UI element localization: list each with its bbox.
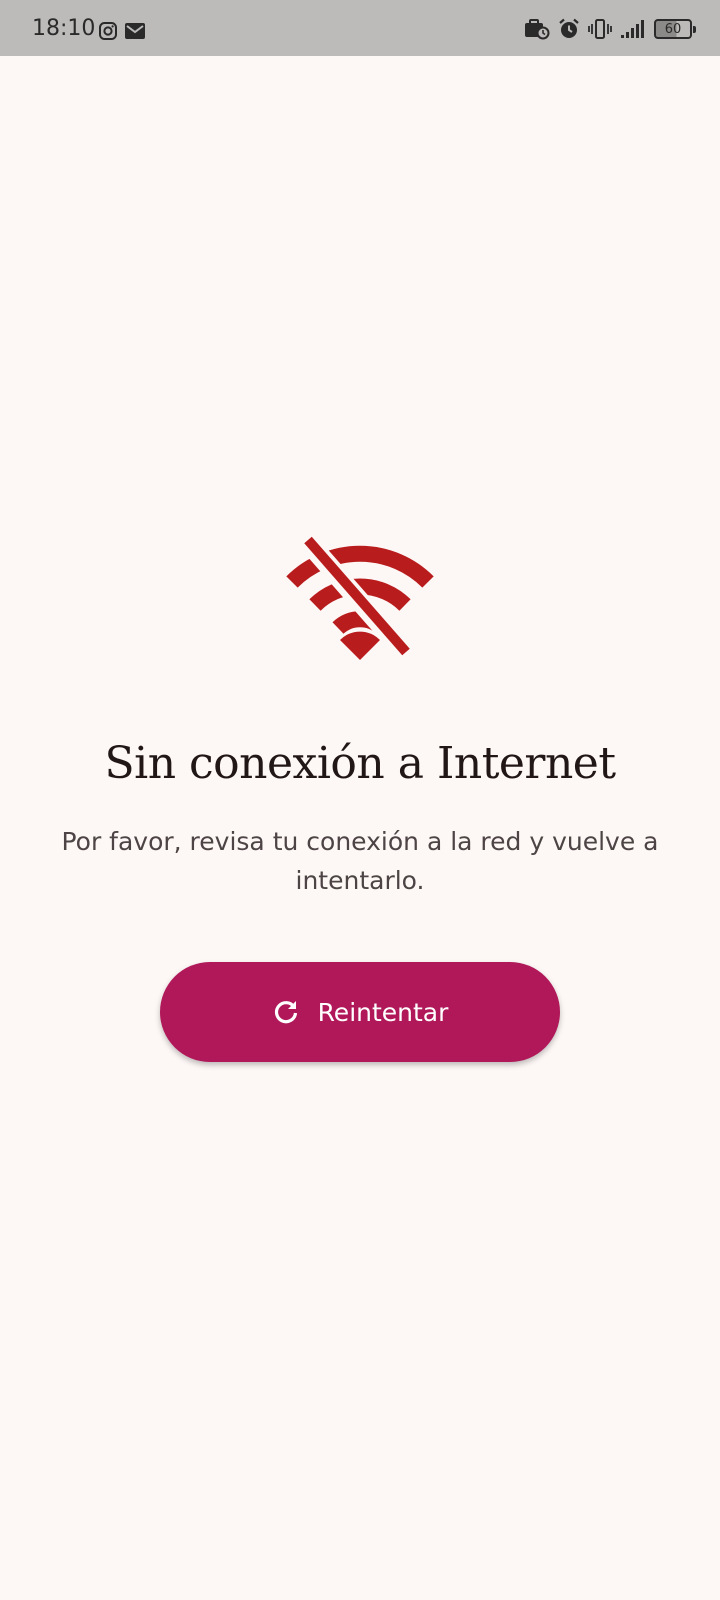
- status-left-icons: [98, 21, 146, 41]
- alarm-icon: [558, 18, 580, 40]
- mail-icon: [124, 22, 146, 40]
- page-title: Sin conexión a Internet: [104, 738, 617, 789]
- battery-level: 60: [664, 21, 682, 37]
- retry-button[interactable]: Reintentar: [160, 962, 560, 1062]
- status-bar: 18:10 60: [0, 0, 720, 56]
- retry-button-label: Reintentar: [317, 997, 449, 1027]
- offline-screen: Sin conexión a Internet Por favor, revis…: [0, 56, 720, 1600]
- offline-message: Por favor, revisa tu conexión a la red y…: [61, 827, 659, 895]
- wifi-off-icon: [282, 534, 438, 664]
- status-time: 18:10: [32, 16, 96, 41]
- battery-icon: 60: [654, 19, 696, 39]
- status-right-icons: 60: [524, 16, 696, 42]
- work-profile-icon: [524, 18, 550, 40]
- vibrate-icon: [588, 18, 612, 40]
- refresh-icon: [272, 998, 300, 1026]
- instagram-icon: [98, 21, 118, 41]
- signal-icon: [620, 19, 646, 39]
